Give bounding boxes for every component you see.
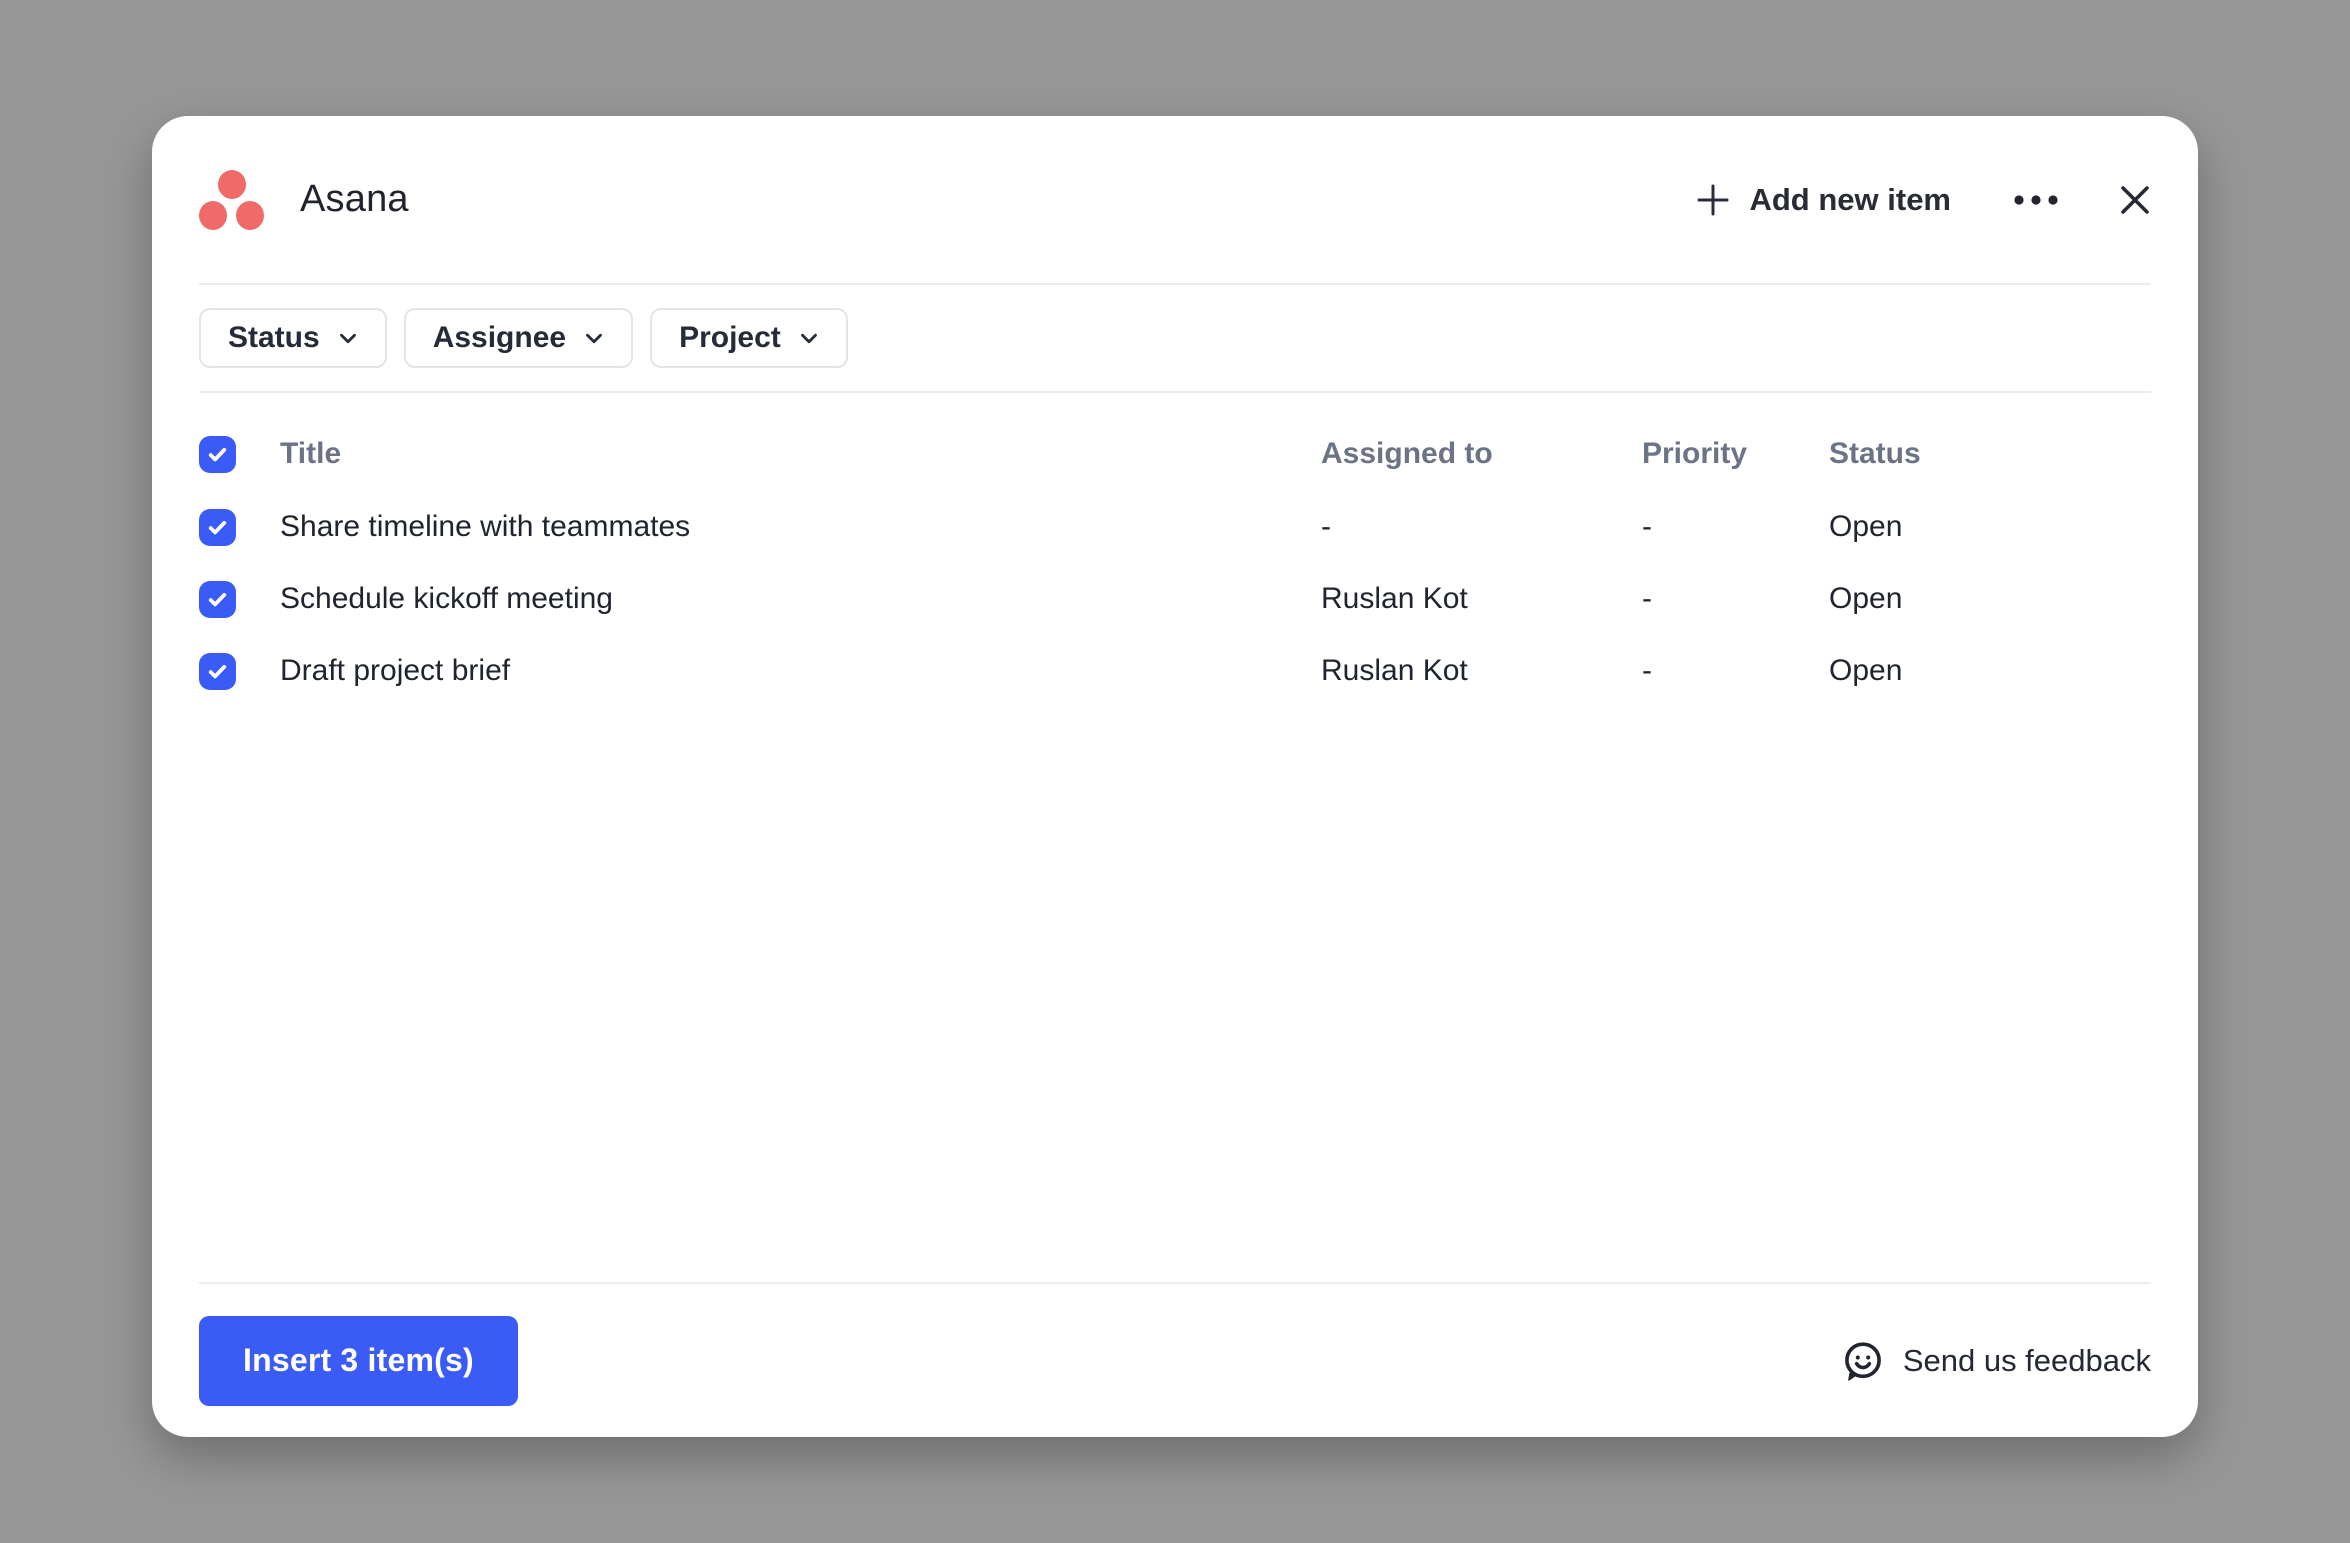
ellipsis-icon	[2013, 194, 2059, 206]
asana-import-dialog: Asana Add new item Status Assignee Proje…	[152, 116, 2198, 1437]
row-assigned-to: Ruslan Kot	[1321, 654, 1468, 687]
add-new-item-label: Add new item	[1749, 181, 1951, 217]
send-feedback-button[interactable]: Send us feedback	[1840, 1338, 2151, 1384]
row-status: Open	[1829, 654, 1903, 687]
column-header-priority: Priority	[1642, 437, 1748, 470]
row-priority: -	[1642, 654, 1652, 687]
row-assigned-to: Ruslan Kot	[1321, 582, 1468, 615]
row-assigned-to: -	[1321, 510, 1331, 543]
items-table: Title Assigned to Priority Status Share …	[152, 393, 2198, 1282]
row-checkbox-cell	[199, 652, 280, 690]
row-status: Open	[1829, 510, 1903, 543]
filter-project-button[interactable]: Project	[650, 308, 848, 368]
table-body: Share timeline with teammates - - Open S…	[199, 491, 2151, 707]
add-new-item-button[interactable]: Add new item	[1695, 182, 1951, 218]
column-header-status: Status	[1829, 437, 1921, 470]
plus-icon	[1695, 182, 1731, 218]
dialog-footer: Insert 3 item(s) Send us feedback	[152, 1284, 2198, 1437]
filter-status-label: Status	[228, 321, 320, 354]
more-options-button[interactable]	[2013, 194, 2059, 206]
filter-project-label: Project	[679, 321, 781, 354]
row-status: Open	[1829, 582, 1903, 615]
filter-assignee-button[interactable]: Assignee	[403, 308, 634, 368]
column-header-title: Title	[280, 437, 342, 470]
table-header-row: Title Assigned to Priority Status	[199, 417, 2151, 491]
row-checkbox-cell	[199, 508, 280, 546]
row-priority: -	[1642, 582, 1652, 615]
select-all-cell	[199, 435, 280, 473]
select-all-checkbox[interactable]	[199, 435, 236, 473]
asana-logo-icon	[199, 169, 264, 230]
close-button[interactable]	[2119, 184, 2151, 216]
smiley-speech-bubble-icon	[1840, 1338, 1886, 1384]
row-title: Draft project brief	[280, 654, 511, 687]
row-title: Schedule kickoff meeting	[280, 582, 613, 615]
column-header-assigned-to: Assigned to	[1321, 437, 1493, 470]
filter-status-button[interactable]: Status	[199, 308, 387, 368]
table-row: Schedule kickoff meeting Ruslan Kot - Op…	[199, 563, 2151, 635]
chevron-down-icon	[335, 325, 361, 351]
header-actions: Add new item	[1695, 182, 2151, 218]
table-row: Draft project brief Ruslan Kot - Open	[199, 635, 2151, 707]
dialog-header: Asana Add new item	[152, 116, 2198, 283]
chevron-down-icon	[796, 325, 822, 351]
filter-bar: Status Assignee Project	[152, 285, 2198, 391]
row-checkbox-cell	[199, 580, 280, 618]
send-feedback-label: Send us feedback	[1902, 1342, 2151, 1378]
table-row: Share timeline with teammates - - Open	[199, 491, 2151, 563]
row-checkbox[interactable]	[199, 508, 236, 546]
row-checkbox[interactable]	[199, 652, 236, 690]
row-priority: -	[1642, 510, 1652, 543]
page-title: Asana	[300, 178, 409, 220]
x-icon	[2119, 184, 2151, 216]
row-title: Share timeline with teammates	[280, 510, 691, 543]
row-checkbox[interactable]	[199, 580, 236, 618]
insert-items-button[interactable]: Insert 3 item(s)	[199, 1315, 518, 1406]
chevron-down-icon	[581, 325, 607, 351]
filter-assignee-label: Assignee	[432, 321, 567, 354]
